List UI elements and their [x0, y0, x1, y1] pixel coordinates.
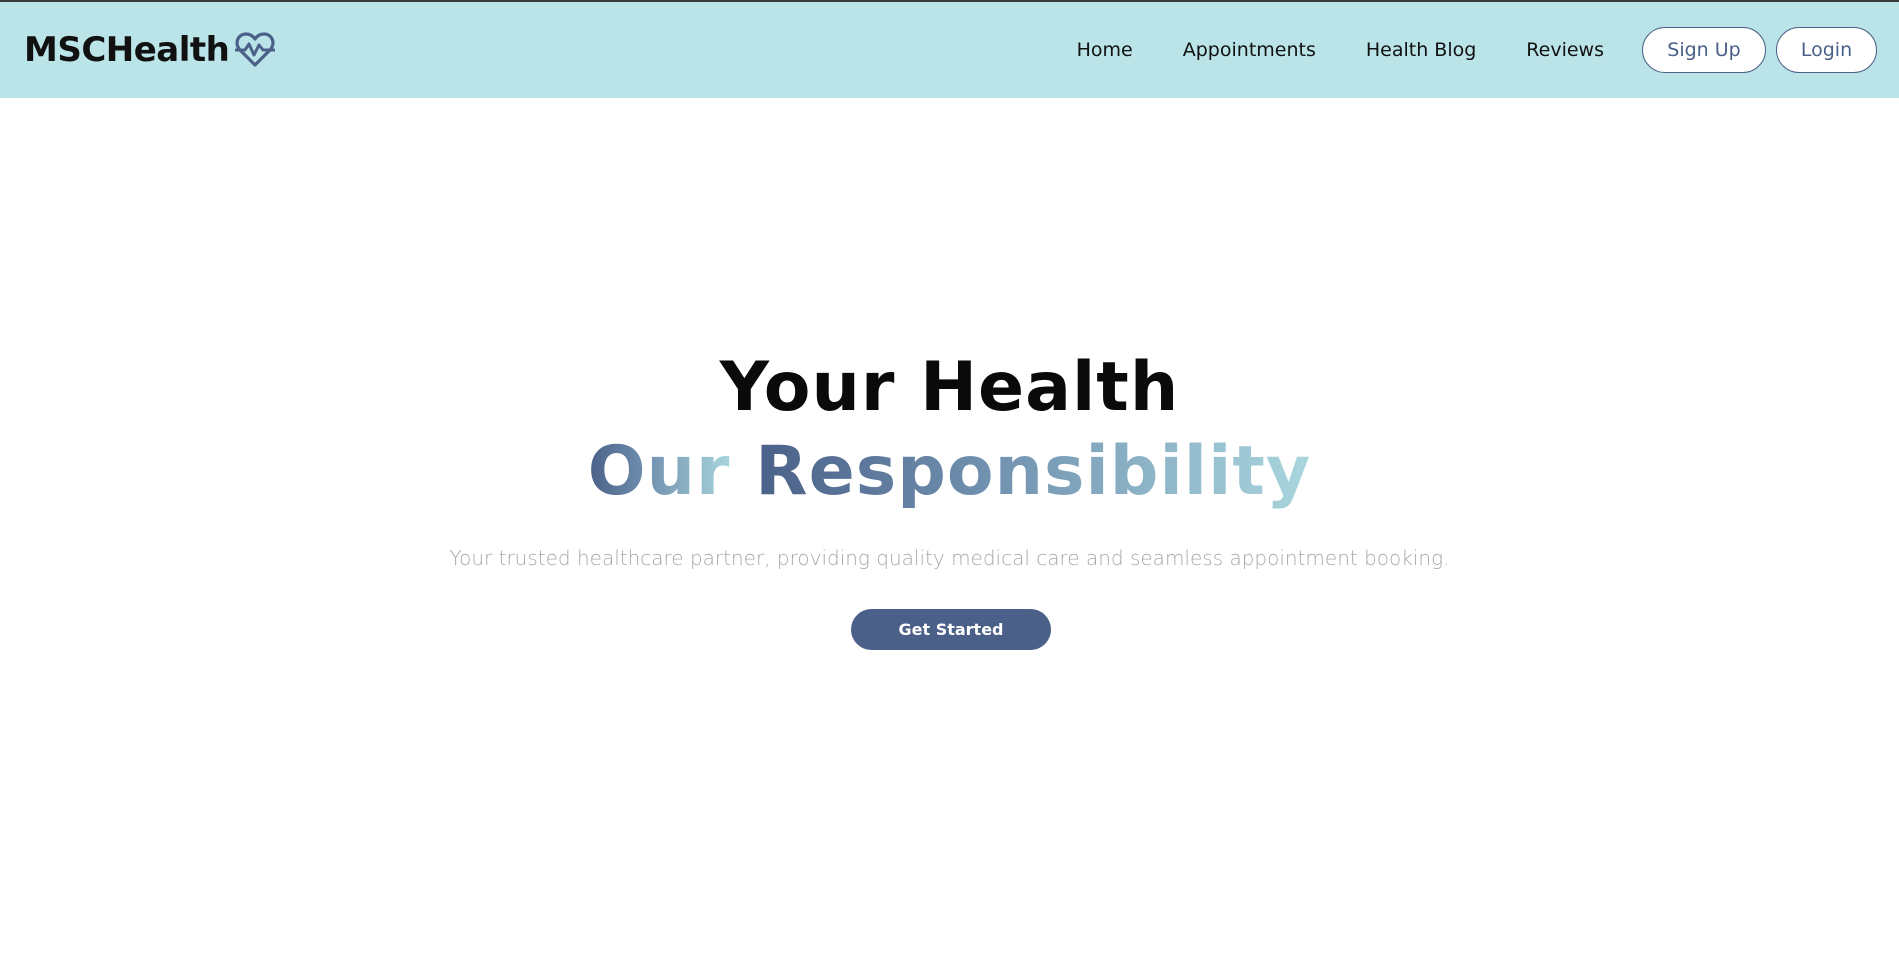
hero-section: Your Health Our Responsibility Your trus… [0, 98, 1899, 958]
hero-tagline: Our Responsibility [0, 432, 1899, 512]
nav-link-appointments[interactable]: Appointments [1183, 39, 1316, 61]
nav-link-home[interactable]: Home [1077, 39, 1133, 61]
login-button[interactable]: Login [1776, 27, 1877, 73]
hero-title: Your Health [719, 348, 1180, 427]
brand-logo[interactable]: MSCHealth [24, 30, 276, 70]
nav-right: Home Appointments Health Blog Reviews Si… [1027, 27, 1877, 73]
navbar: MSCHealth Home Appointments Health Blog … [0, 0, 1899, 98]
sign-up-button[interactable]: Sign Up [1642, 27, 1766, 73]
brand-name: MSCHealth [24, 30, 230, 70]
hero-tagline-responsibility: Responsibility [755, 432, 1312, 511]
auth-buttons: Sign Up Login [1642, 27, 1877, 73]
hero-subtitle: Your trusted healthcare partner, providi… [449, 546, 1450, 570]
main-nav: Home Appointments Health Blog Reviews [1027, 39, 1604, 61]
nav-link-reviews[interactable]: Reviews [1526, 39, 1604, 61]
get-started-button[interactable]: Get Started [851, 609, 1051, 650]
nav-link-health-blog[interactable]: Health Blog [1366, 39, 1476, 61]
hero-tagline-our: Our [587, 432, 731, 511]
heart-pulse-icon [235, 32, 276, 68]
